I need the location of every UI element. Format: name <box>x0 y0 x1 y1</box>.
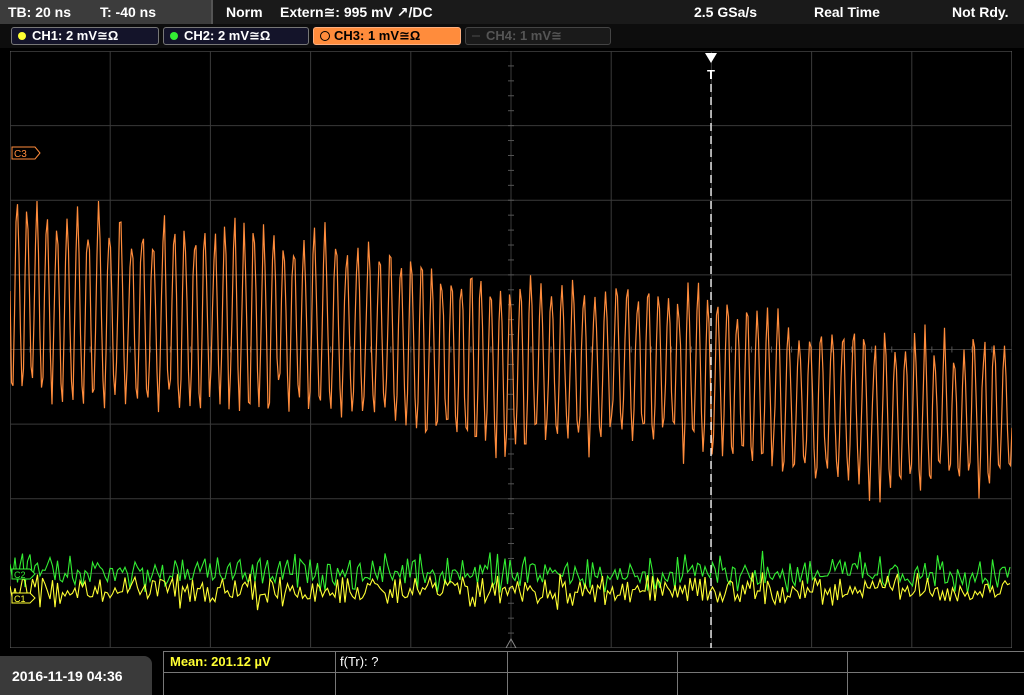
status-bar: TB: 20 ns T: -40 ns Norm Extern≅: 995 mV… <box>0 0 1024 24</box>
datetime-label: 2016-11-19 04:36 <box>12 668 123 684</box>
channel-3-button[interactable]: CH3: 1 mV≅Ω <box>313 27 461 45</box>
measurement-cell-frequency[interactable]: f(Tr): ? <box>335 651 507 695</box>
trigger-marker-label: T <box>707 67 715 82</box>
trigger-source-label[interactable]: Extern≅: 995 mV ↗/DC <box>280 0 433 24</box>
channel-3-dot-icon <box>320 31 330 41</box>
trigger-time-label[interactable]: T: -40 ns <box>100 0 156 24</box>
acquisition-state-label: Not Rdy. <box>952 4 1009 20</box>
channel-3-label: CH3: 1 mV≅Ω <box>334 28 421 43</box>
channel-1-label: CH1: 2 mV≅Ω <box>32 28 119 43</box>
measurement-cell-empty-2[interactable] <box>677 651 847 695</box>
timebase-box[interactable]: TB: 20 ns T: -40 ns <box>0 0 213 24</box>
channel-4-dash-icon <box>472 35 480 37</box>
channel-1-dot-icon <box>18 32 26 40</box>
measurement-divider <box>163 672 1024 673</box>
channel-2-marker-label: C2 <box>14 570 26 580</box>
channel-4-button[interactable]: CH4: 1 mV≅ <box>465 27 611 45</box>
timebase-label[interactable]: TB: 20 ns <box>8 0 71 24</box>
channel-2-button[interactable]: CH2: 2 mV≅Ω <box>163 27 309 45</box>
channel-3-marker-label: C3 <box>14 149 27 160</box>
channel-2-label: CH2: 2 mV≅Ω <box>184 28 271 43</box>
datetime-box: 2016-11-19 04:36 <box>0 656 152 695</box>
channel-bar: CH1: 2 mV≅Ω CH2: 2 mV≅Ω CH3: 1 mV≅Ω CH4:… <box>0 24 1024 48</box>
channel-3-offset-marker[interactable]: C3 <box>11 146 41 160</box>
channel-1-marker-label: C1 <box>14 594 26 604</box>
measurement-cell-empty-1[interactable] <box>507 651 677 695</box>
channel-2-dot-icon <box>170 32 178 40</box>
measurement-cell-empty-3[interactable] <box>847 651 1024 695</box>
sample-rate-label[interactable]: 2.5 GSa/s <box>694 0 757 24</box>
trigger-mode-label[interactable]: Norm <box>226 0 263 24</box>
trigger-frequency-measurement: f(Tr): ? <box>340 654 379 669</box>
acquisition-mode-label[interactable]: Real Time <box>814 0 880 24</box>
mean-measurement: Mean: 201.12 µV <box>170 654 271 669</box>
waveform-display[interactable]: T C3 C2 C1 <box>10 51 1012 648</box>
channel-4-label: CH4: 1 mV≅ <box>486 28 562 43</box>
channel-1-button[interactable]: CH1: 2 mV≅Ω <box>11 27 159 45</box>
measurement-cell-mean[interactable]: Mean: 201.12 µV <box>163 651 335 695</box>
